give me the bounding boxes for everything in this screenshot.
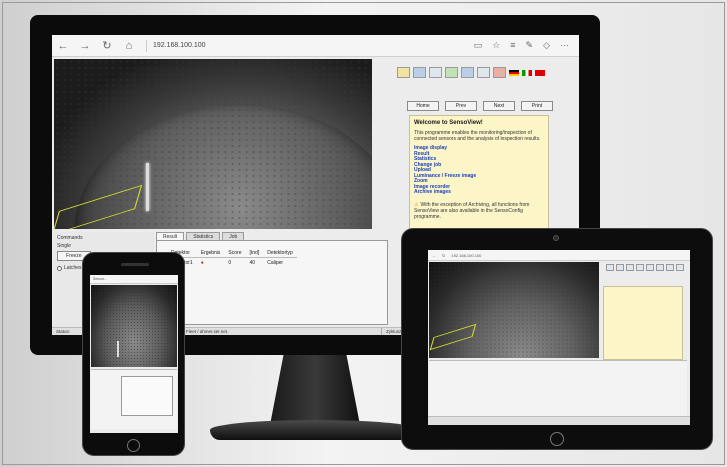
detector-marker[interactable] (146, 163, 149, 211)
result-table: Detektor Ergebnis Score [Ind] Detektorty… (167, 249, 297, 268)
tablet-toolbar (606, 264, 684, 271)
detector-marker[interactable] (117, 341, 119, 357)
camera-icon[interactable] (493, 67, 506, 78)
favorite-star-icon[interactable]: ☆ (492, 40, 500, 51)
prev-button[interactable]: Prev (445, 101, 477, 111)
column-header[interactable]: Score (224, 249, 246, 258)
chat-icon[interactable] (413, 67, 426, 78)
next-button[interactable]: Next (483, 101, 515, 111)
tablet-help-panel (603, 286, 683, 360)
green-panel-icon[interactable] (445, 67, 458, 78)
toolbar-icon[interactable] (606, 264, 614, 271)
phone-device: Sensor... (82, 252, 185, 456)
welcome-title: Welcome to SensoView! (414, 120, 483, 126)
tablet-camera (553, 235, 559, 241)
share-icon[interactable]: ◇ (543, 40, 550, 51)
refresh-icon[interactable]: ↻ (442, 253, 445, 258)
more-icon[interactable]: ··· (560, 40, 569, 51)
tablet-home-button[interactable] (550, 432, 564, 446)
tablet-status-bar (428, 416, 690, 425)
notes-icon[interactable]: ✎ (526, 40, 534, 51)
commands-header: Commands (57, 235, 83, 241)
welcome-note: ⚠ With the exception of Archiving, all fu… (414, 202, 544, 220)
hub-icon[interactable]: ≡ (510, 40, 515, 51)
address-separator (146, 39, 147, 52)
roi-box[interactable] (54, 184, 143, 229)
reading-view-icon[interactable]: ▭ (474, 40, 483, 51)
tablet-camera-view[interactable] (429, 262, 599, 358)
sensor-icon[interactable] (397, 67, 410, 78)
home-button[interactable]: Home (407, 101, 439, 111)
result-panel: Detektor Ergebnis Score [Ind] Detektorty… (156, 240, 388, 325)
welcome-help-panel: Welcome to SensoView! This programme ena… (409, 115, 549, 233)
welcome-note-text: With the exception of Archiving, all fun… (414, 201, 530, 220)
back-icon[interactable]: ← (432, 253, 436, 258)
toolbar-icon[interactable] (626, 264, 634, 271)
settings-icon[interactable] (477, 67, 490, 78)
type-cell: Caliper (267, 260, 284, 266)
help-link[interactable]: Archive images (414, 189, 544, 196)
address-bar[interactable]: 192.168.100.100 (153, 42, 474, 49)
list-icon[interactable] (429, 67, 442, 78)
toolbar-icon[interactable] (636, 264, 644, 271)
table-row[interactable]: Detector1 ● 0 40 Caliper (167, 258, 297, 269)
column-header[interactable]: Detektortyp (263, 249, 297, 258)
monitor-stand (270, 355, 360, 425)
monitor-stand-base (210, 420, 420, 440)
flag-it-icon[interactable] (522, 70, 532, 76)
column-header[interactable]: [Ind] (245, 249, 264, 258)
phone-lower-panel (91, 369, 177, 429)
forward-icon[interactable]: → (74, 40, 96, 52)
phone-address[interactable]: Sensor... (90, 275, 178, 284)
toolbar-icon[interactable] (616, 264, 624, 271)
toolbar-icon[interactable] (646, 264, 654, 271)
home-icon[interactable]: ⌂ (118, 40, 140, 52)
ind-cell: 40 (249, 260, 256, 266)
help-nav-buttons: Home Prev Next Print (407, 101, 553, 111)
mode-label: Single (57, 243, 71, 249)
print-button[interactable]: Print (521, 101, 553, 111)
camera-image-view[interactable] (54, 59, 372, 229)
toolbar-icon[interactable] (656, 264, 664, 271)
column-header[interactable]: Ergebnis (196, 249, 225, 258)
back-icon[interactable]: ← (52, 40, 74, 52)
refresh-icon[interactable]: ↻ (96, 39, 118, 52)
toolbar-icon[interactable] (666, 264, 674, 271)
flag-de-icon[interactable] (509, 70, 519, 76)
tablet-device: ← ↻ 192.168.100.100 (401, 228, 713, 450)
app-toolbar (397, 67, 545, 78)
radio-circle-icon (57, 265, 62, 271)
phone-camera-view[interactable] (91, 285, 177, 367)
monitor-icon[interactable] (461, 67, 474, 78)
score-cell: 0 (228, 260, 232, 266)
phone-screen: Sensor... (90, 275, 178, 433)
latches-label: Latches (64, 265, 82, 271)
help-links: Image display Result Statistics Change j… (414, 145, 544, 196)
tablet-lower-panel (429, 360, 687, 416)
roi-box[interactable] (429, 323, 477, 351)
tablet-browser-bar: ← ↻ 192.168.100.100 (428, 250, 690, 261)
browser-toolbar: ← → ↻ ⌂ 192.168.100.100 ▭ ☆ ≡ ✎ ◇ ··· (52, 35, 579, 57)
toolbar-icon[interactable] (676, 264, 684, 271)
phone-result-box (121, 376, 173, 416)
welcome-intro: This programme enables the monitoring/in… (414, 130, 541, 142)
result-indicator: ● (200, 260, 204, 266)
tablet-screen: ← ↻ 192.168.100.100 (428, 250, 690, 425)
status-middle: Fleet / ahmer.ser.net. (182, 328, 382, 335)
phone-home-button[interactable] (127, 439, 140, 452)
tablet-address[interactable]: 192.168.100.100 (451, 253, 481, 258)
phone-speaker (121, 263, 149, 266)
flag-other-icon[interactable] (535, 70, 545, 76)
